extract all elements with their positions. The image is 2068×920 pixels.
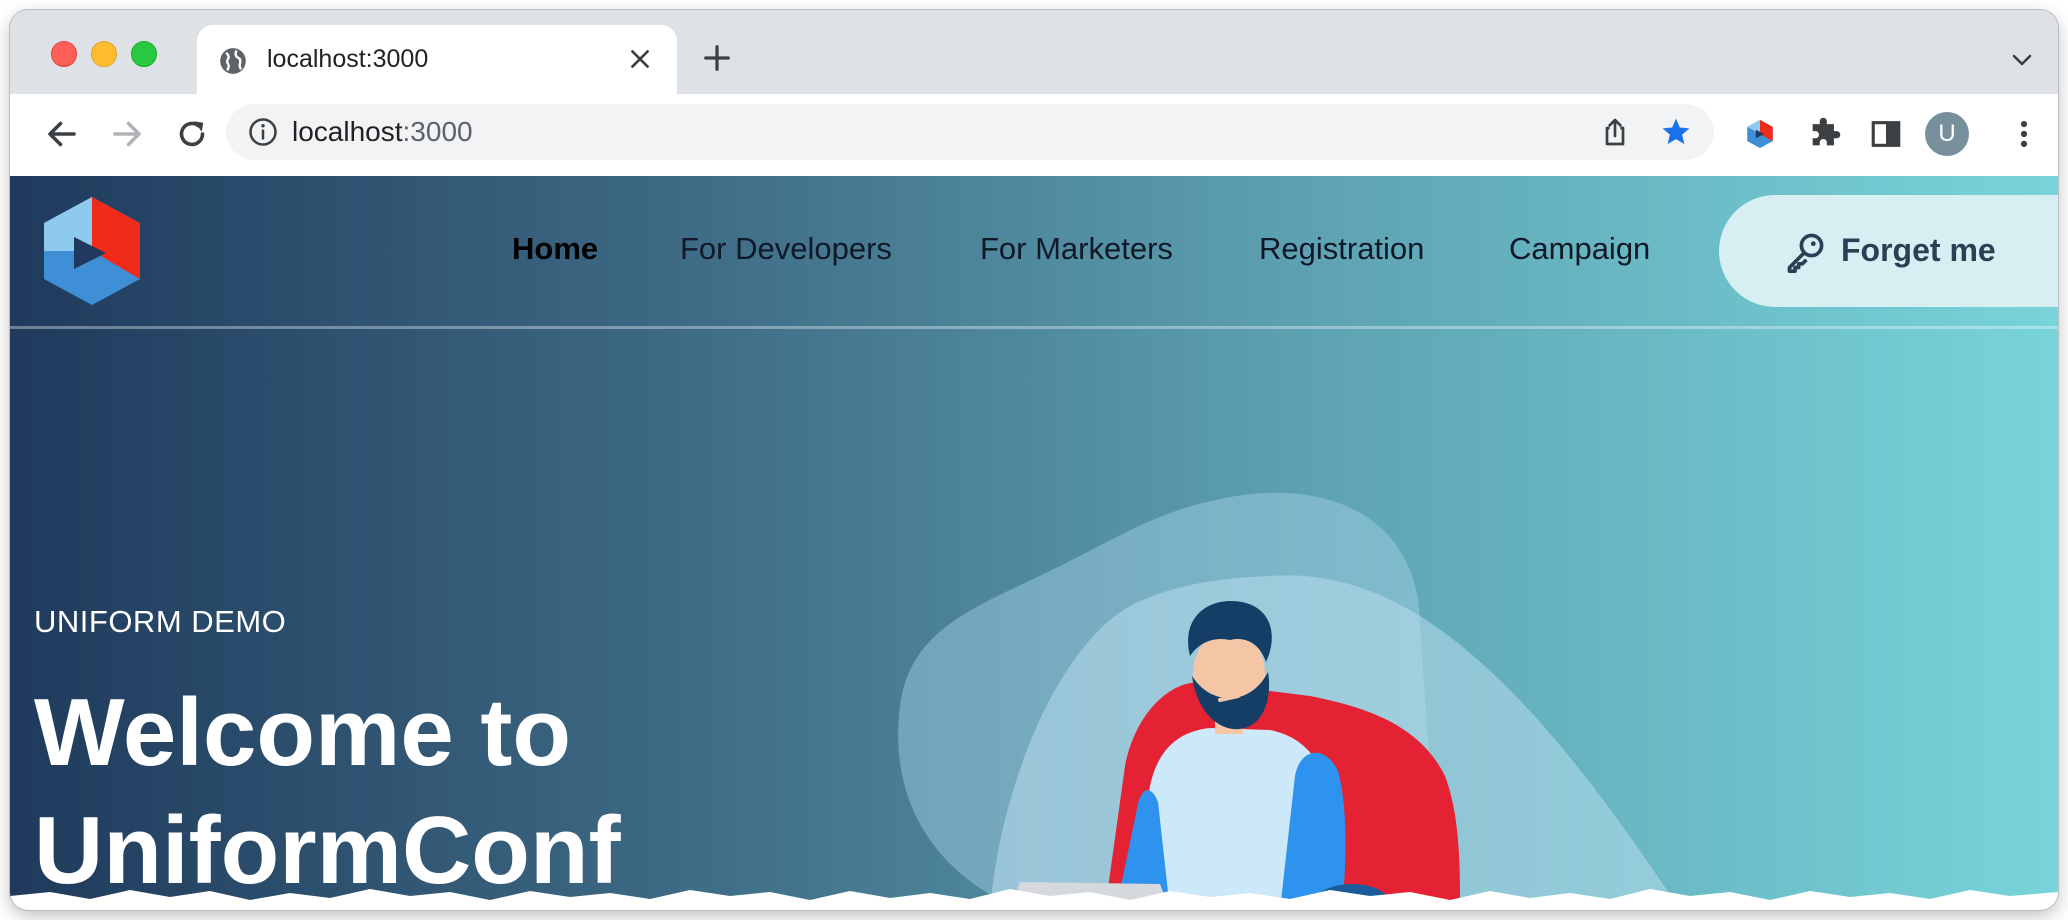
reload-icon[interactable]	[174, 116, 210, 152]
nav-registration[interactable]: Registration	[1259, 231, 1424, 267]
torn-edge	[10, 889, 2058, 910]
uniformconf-logo[interactable]	[40, 193, 144, 309]
info-icon[interactable]	[248, 117, 278, 147]
forward-arrow-icon[interactable]	[109, 116, 145, 152]
browser-toolbar: localhost:3000 U	[10, 94, 2058, 176]
tab-title: localhost:3000	[267, 45, 429, 73]
chevron-down-icon[interactable]	[2010, 48, 2034, 72]
back-arrow-icon[interactable]	[44, 116, 80, 152]
browser-window: localhost:3000 localhost:3000 U Home For…	[10, 10, 2058, 910]
url-port: :3000	[402, 116, 473, 147]
globe-icon	[220, 48, 246, 74]
page-content: Home For Developers For Marketers Regist…	[10, 176, 2058, 910]
plus-icon[interactable]	[702, 43, 732, 73]
nav-for-marketers[interactable]: For Marketers	[980, 231, 1173, 267]
url-host: localhost	[292, 116, 403, 147]
hero-illustration	[898, 492, 1680, 910]
site-header: Home For Developers For Marketers Regist…	[10, 176, 2058, 329]
close-window-button[interactable]	[51, 41, 77, 67]
share-icon[interactable]	[1599, 116, 1631, 148]
hero-title-line-1: Welcome to	[34, 679, 571, 786]
maximize-window-button[interactable]	[131, 41, 157, 67]
key-icon	[1787, 233, 1824, 273]
star-icon[interactable]	[1660, 116, 1692, 148]
browser-tab[interactable]: localhost:3000	[197, 25, 677, 95]
forget-me-button[interactable]: Forget me	[1719, 195, 2058, 307]
url-text: localhost:3000	[292, 116, 473, 148]
minimize-window-button[interactable]	[91, 41, 117, 67]
close-icon[interactable]	[627, 46, 653, 72]
hero-eyebrow: UNIFORM DEMO	[34, 604, 287, 639]
tab-strip: localhost:3000	[10, 10, 2058, 95]
avatar[interactable]: U	[1925, 112, 1969, 156]
forget-me-label: Forget me	[1841, 232, 1996, 268]
address-bar[interactable]: localhost:3000	[226, 104, 1714, 160]
nav-for-developers[interactable]: For Developers	[680, 231, 892, 267]
kebab-menu-icon[interactable]	[2007, 117, 2041, 151]
puzzle-extension-icon[interactable]	[1807, 117, 1841, 151]
nav-home[interactable]: Home	[512, 231, 598, 267]
side-panel-icon[interactable]	[1869, 117, 1903, 151]
nav-campaign[interactable]: Campaign	[1509, 231, 1650, 267]
uniform-extension-icon[interactable]	[1743, 117, 1777, 151]
